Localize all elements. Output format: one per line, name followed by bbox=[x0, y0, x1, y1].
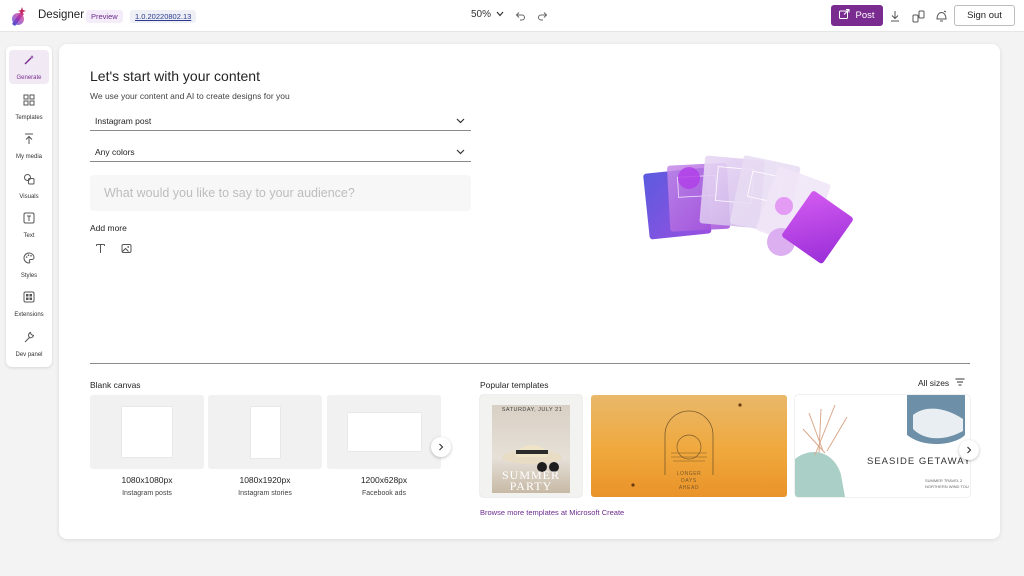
chevron-down-icon bbox=[456, 116, 465, 126]
chevron-right-icon bbox=[966, 441, 972, 459]
hero-illustration bbox=[643, 150, 858, 270]
shapes-icon bbox=[23, 172, 35, 190]
upload-icon bbox=[23, 132, 35, 150]
template-sub1: SUMMER TRAVEL 2 bbox=[925, 478, 963, 483]
share-icon bbox=[839, 9, 850, 22]
canvas-size-label: 1200x628px bbox=[360, 475, 408, 485]
undo-icon[interactable] bbox=[512, 8, 528, 24]
canvas-preview bbox=[250, 406, 280, 458]
top-bar: Designer Preview 1.0.20220802.13 50% Pos… bbox=[0, 0, 1024, 32]
rail-label: Templates bbox=[15, 115, 43, 121]
rail-item-visuals[interactable]: Visuals bbox=[9, 169, 49, 203]
wrench-icon bbox=[23, 330, 35, 348]
template-line2: DAYS bbox=[681, 478, 697, 484]
canvas-desc-label: Instagram posts bbox=[122, 490, 172, 497]
all-sizes-label: All sizes bbox=[918, 378, 950, 388]
blank-canvas-next-button[interactable] bbox=[431, 437, 451, 457]
blank-canvas-story[interactable] bbox=[208, 395, 322, 469]
blank-canvas-square[interactable] bbox=[90, 395, 204, 469]
colors-dropdown[interactable]: Any colors bbox=[90, 143, 471, 162]
template-card-summer-party[interactable]: SATURDAY, JULY 21 SUMMER PARTY bbox=[480, 395, 582, 497]
blank-canvas-landscape[interactable] bbox=[327, 395, 441, 469]
blank-canvas-title: Blank canvas bbox=[90, 380, 141, 390]
rail-label: Generate bbox=[16, 75, 42, 81]
chevron-down-icon bbox=[496, 9, 504, 20]
chevron-down-icon bbox=[456, 147, 465, 157]
designer-logo-icon[interactable] bbox=[9, 5, 29, 27]
template-title: SEASIDE GETAWAY bbox=[867, 456, 970, 467]
chevron-right-icon bbox=[438, 438, 444, 456]
page-subtitle: We use your content and AI to create des… bbox=[90, 91, 290, 101]
rail-item-generate[interactable]: Generate bbox=[9, 50, 49, 84]
template-line2: PARTY bbox=[509, 479, 553, 493]
redo-icon[interactable] bbox=[535, 8, 551, 24]
connect-icon[interactable] bbox=[910, 8, 926, 24]
zoom-value: 50% bbox=[471, 9, 492, 20]
templates-next-button[interactable] bbox=[959, 440, 979, 460]
canvas-preview bbox=[122, 407, 172, 457]
rail-label: Styles bbox=[20, 273, 38, 279]
template-line1: LONGER bbox=[676, 471, 702, 477]
format-dropdown[interactable]: Instagram post bbox=[90, 112, 471, 131]
filter-icon bbox=[955, 378, 965, 388]
canvas-desc-label: Instagram stories bbox=[238, 490, 292, 497]
sign-out-button[interactable]: Sign out bbox=[954, 5, 1015, 26]
template-card-seaside[interactable]: SEASIDE GETAWAY SUMMER TRAVEL 2 NORTHERN… bbox=[795, 395, 970, 497]
rail-item-extensions[interactable]: Extensions bbox=[9, 287, 49, 321]
all-sizes-filter[interactable]: All sizes bbox=[918, 378, 965, 388]
template-line3: AHEAD bbox=[678, 485, 700, 491]
rail-item-templates[interactable]: Templates bbox=[9, 90, 49, 124]
rail-item-my-media[interactable]: My media bbox=[9, 129, 49, 163]
template-text: LONGER DAYS AHEAD bbox=[665, 471, 713, 492]
app-title: Designer bbox=[38, 9, 85, 21]
prompt-input[interactable] bbox=[90, 175, 471, 211]
canvas-size-label: 1080x1080px bbox=[121, 475, 173, 485]
rail-label: Text bbox=[23, 233, 35, 239]
section-divider bbox=[90, 363, 970, 364]
rail-item-styles[interactable]: Styles bbox=[9, 248, 49, 282]
colors-value: Any colors bbox=[95, 147, 135, 157]
canvas-preview bbox=[347, 413, 421, 451]
wand-icon bbox=[23, 53, 35, 71]
grid-icon bbox=[23, 93, 35, 111]
template-sub2: NORTHERN WIND TOU bbox=[925, 484, 969, 489]
browse-templates-link[interactable]: Browse more templates at Microsoft Creat… bbox=[480, 508, 624, 517]
rail-item-text[interactable]: Text bbox=[9, 208, 49, 242]
add-image-icon[interactable] bbox=[116, 239, 136, 257]
palette-icon bbox=[23, 251, 35, 269]
rail-label: Dev panel bbox=[15, 352, 43, 358]
add-text-icon[interactable] bbox=[90, 239, 110, 257]
rail-label: Extensions bbox=[14, 312, 44, 318]
rail-label: Visuals bbox=[19, 194, 39, 200]
preview-badge: Preview bbox=[86, 10, 123, 23]
post-button[interactable]: Post bbox=[831, 5, 883, 26]
apps-icon bbox=[23, 290, 35, 308]
rail-label: My media bbox=[15, 154, 42, 160]
left-rail: Generate Templates My media Visuals Text… bbox=[6, 46, 52, 367]
version-link[interactable]: 1.0.20220802.13 bbox=[130, 10, 197, 23]
download-icon[interactable] bbox=[887, 8, 903, 24]
zoom-dropdown[interactable]: 50% bbox=[471, 9, 504, 20]
post-label: Post bbox=[855, 10, 875, 21]
feedback-icon[interactable] bbox=[933, 8, 949, 24]
main-panel: Let's start with your content We use you… bbox=[59, 44, 1000, 539]
add-more-label: Add more bbox=[90, 223, 127, 233]
canvas-desc-label: Facebook ads bbox=[362, 490, 406, 497]
template-card-longer-days[interactable]: LONGER DAYS AHEAD bbox=[591, 395, 787, 497]
canvas-size-label: 1080x1920px bbox=[239, 475, 291, 485]
rail-item-dev-panel[interactable]: Dev panel bbox=[9, 327, 49, 361]
template-date: SATURDAY, JULY 21 bbox=[501, 407, 563, 413]
text-icon bbox=[23, 211, 35, 229]
format-value: Instagram post bbox=[95, 116, 152, 126]
popular-templates-title: Popular templates bbox=[480, 380, 549, 390]
page-title: Let's start with your content bbox=[90, 68, 260, 84]
